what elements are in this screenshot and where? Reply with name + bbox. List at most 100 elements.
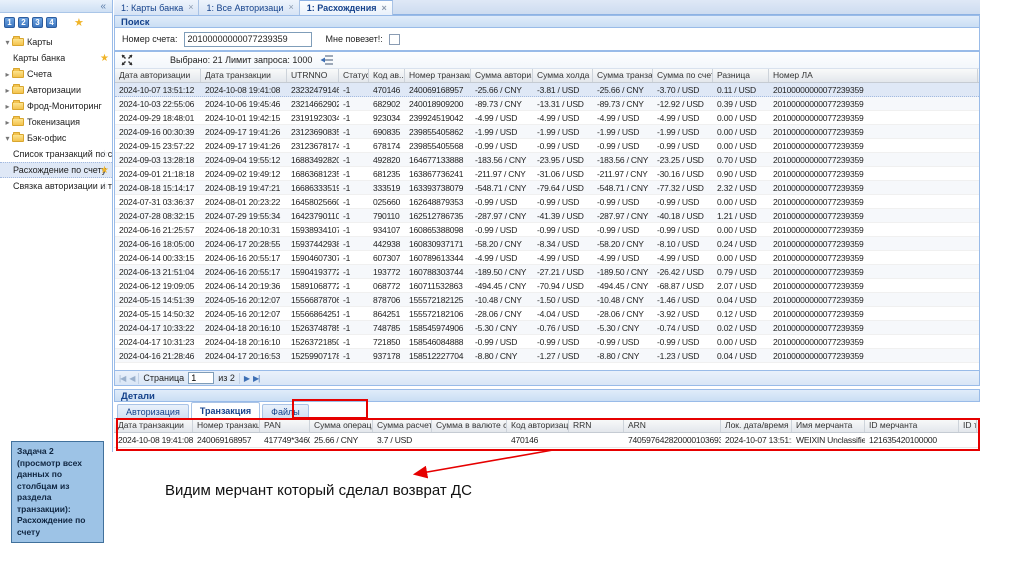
details-tab-авторизация[interactable]: Авторизация	[117, 404, 189, 418]
column-header[interactable]: Код авторизации	[507, 419, 569, 432]
sidebar-item-карты[interactable]: ▾ Карты	[0, 34, 112, 50]
quick-button-1[interactable]: 1	[4, 16, 15, 28]
node-collapsed-icon[interactable]: ▸	[3, 70, 12, 79]
node-expanded-icon[interactable]: ▾	[3, 134, 12, 143]
column-header[interactable]: Дата транзакции	[201, 69, 287, 82]
grid-cell: -1	[343, 168, 351, 179]
lucky-checkbox[interactable]	[388, 33, 400, 45]
table-row[interactable]: 2024-07-28 08:32:15 2024-07-29 19:55:34 16…	[115, 209, 979, 223]
details-grid-row[interactable]: 2024-10-08 19:41:08 240069168957 417749*34…	[114, 433, 980, 448]
tab-close-icon[interactable]: ×	[288, 3, 293, 12]
table-row[interactable]: 2024-09-01 21:18:18 2024-09-02 19:49:12 16…	[115, 167, 979, 181]
table-row[interactable]: 2024-06-16 18:05:00 2024-06-17 20:28:55 15…	[115, 237, 979, 251]
node-collapsed-icon[interactable]: ▸	[3, 102, 12, 111]
node-collapsed-icon[interactable]: ▸	[3, 86, 12, 95]
column-header[interactable]: UTRNNO	[287, 69, 339, 82]
column-header[interactable]: Сумма расчетов	[373, 419, 432, 432]
sidebar-item-бэк-офис[interactable]: ▾ Бэк-офис	[0, 130, 112, 146]
table-row[interactable]: 2024-06-14 00:33:15 2024-06-16 20:55:17 15…	[115, 251, 979, 265]
account-number-input[interactable]	[183, 31, 312, 47]
sidebar-item-карты-банка[interactable]: Карты банка ★	[0, 50, 112, 66]
table-row[interactable]: 2024-09-15 23:57:22 2024-09-17 19:41:26 23…	[115, 139, 979, 153]
sidebar-item-счета[interactable]: ▸ Счета	[0, 66, 112, 82]
column-header[interactable]: Номер ЛА	[769, 69, 978, 82]
filter-clear-icon[interactable]	[320, 54, 334, 67]
column-header[interactable]: Дата транзакции	[114, 419, 193, 432]
sidebar-header: «	[0, 0, 112, 13]
column-header[interactable]: Сумма транзак...	[593, 69, 653, 82]
quick-button-2[interactable]: 2	[18, 16, 29, 28]
grid-cell: -1	[343, 252, 351, 263]
column-header[interactable]: Сумма операции	[310, 419, 373, 432]
table-row[interactable]: 2024-08-18 15:14:17 2024-08-19 19:47:21 16…	[115, 181, 979, 195]
table-row[interactable]: 2024-10-07 13:51:12 2024-10-08 19:41:08 23…	[115, 83, 979, 97]
column-header[interactable]: Код ав...	[369, 69, 405, 82]
table-row[interactable]: 2024-06-13 21:51:04 2024-06-16 20:55:17 15…	[115, 265, 979, 279]
table-row[interactable]: 2024-06-12 19:09:05 2024-06-14 20:19:36 15…	[115, 279, 979, 293]
sidebar-item-токенизация[interactable]: ▸ Токенизация	[0, 114, 112, 130]
quick-button-3[interactable]: 3	[32, 16, 43, 28]
node-expanded-icon[interactable]: ▾	[3, 38, 12, 47]
node-collapsed-icon[interactable]: ▸	[3, 118, 12, 127]
tab-close-icon[interactable]: ×	[382, 3, 387, 13]
next-page-icon[interactable]: ▶	[244, 374, 250, 383]
column-header[interactable]: ARN	[624, 419, 721, 432]
column-header[interactable]: Номер транзакции	[193, 419, 260, 432]
sidebar-item-список-транзакций-по-сч[interactable]: Список транзакций по сч ☆	[0, 146, 112, 162]
favorite-star-icon[interactable]: ★	[100, 165, 109, 176]
sidebar-item-связка-авторизации-и-тр[interactable]: Связка авторизации и тр ☆	[0, 178, 112, 194]
favorite-star-icon[interactable]: ★	[74, 16, 84, 29]
table-row[interactable]: 2024-04-16 21:28:46 2024-04-17 20:16:53 15…	[115, 349, 979, 363]
column-header[interactable]: Сумма холда	[533, 69, 593, 82]
column-header[interactable]: ID мерчанта	[865, 419, 959, 432]
column-header[interactable]: Сумма по счету	[653, 69, 713, 82]
page-number-input[interactable]	[188, 372, 215, 384]
column-header[interactable]: PAN	[260, 419, 310, 432]
table-row[interactable]: 2024-07-31 03:36:37 2024-08-01 20:23:22 16…	[115, 195, 979, 209]
sidebar-item-расхождение-по-счету[interactable]: Расхождение по счету ★	[0, 162, 112, 178]
column-header[interactable]: RRN	[569, 419, 624, 432]
table-row[interactable]: 2024-04-17 10:31:23 2024-04-18 20:16:10 15…	[115, 335, 979, 349]
tab-1-расхождения[interactable]: 1: Расхождения ×	[299, 0, 393, 15]
sidebar-item-фрод-мониторинг[interactable]: ▸ Фрод-Мониторинг	[0, 98, 112, 114]
column-header[interactable]: Имя мерчанта	[792, 419, 865, 432]
table-row[interactable]: 2024-06-16 21:25:57 2024-06-18 20:10:31 15…	[115, 223, 979, 237]
column-header[interactable]: Статус	[339, 69, 369, 82]
table-row[interactable]: 2024-05-15 14:51:39 2024-05-16 20:12:07 15…	[115, 293, 979, 307]
grid-cell: -58.20 / CNY	[597, 238, 644, 249]
table-row[interactable]: 2024-05-15 14:50:32 2024-05-16 20:12:07 15…	[115, 307, 979, 321]
table-row[interactable]: 2024-09-16 00:30:39 2024-09-17 19:41:26 23…	[115, 125, 979, 139]
details-grid: Дата транзакцииНомер транзакцииPANСумма …	[114, 419, 980, 448]
favorite-star-icon[interactable]: ☆	[100, 181, 109, 192]
grid-cell: 163393738079	[409, 182, 464, 193]
column-header[interactable]: ID термина	[959, 419, 977, 432]
favorite-star-icon[interactable]: ★	[100, 53, 109, 64]
table-row[interactable]: 2024-09-29 18:48:01 2024-10-01 19:42:15 23…	[115, 111, 979, 125]
grid-cell: 2024-08-19 19:47:21	[205, 182, 281, 193]
collapse-sidebar-icon[interactable]: «	[100, 0, 106, 13]
column-header[interactable]: Номер транзакции	[405, 69, 471, 82]
first-page-icon[interactable]: |◀	[119, 374, 126, 383]
quick-button-4[interactable]: 4	[46, 16, 57, 28]
expand-icon[interactable]	[120, 54, 134, 67]
sidebar-item-авторизации[interactable]: ▸ Авторизации	[0, 82, 112, 98]
table-row[interactable]: 2024-04-17 10:33:22 2024-04-18 20:16:10 15…	[115, 321, 979, 335]
tab-close-icon[interactable]: ×	[188, 3, 193, 12]
column-header[interactable]: Дата авторизации	[115, 69, 201, 82]
tab-1-все-авторизаци[interactable]: 1: Все Авторизаци ×	[199, 0, 300, 15]
tab-1-карты-банка[interactable]: 1: Карты банка ×	[114, 0, 200, 15]
favorite-star-icon[interactable]: ☆	[100, 149, 109, 160]
sidebar-tree: ▾ Карты Карты банка ★ ▸ Счета ▸ Авторизации ▸ Фро…	[0, 31, 112, 194]
details-cell: 3.7 / USD	[377, 435, 413, 445]
table-row[interactable]: 2024-09-03 13:28:18 2024-09-04 19:55:12 16…	[115, 153, 979, 167]
details-tab-файлы[interactable]: Файлы	[262, 404, 309, 418]
column-header[interactable]: Лок. дата/время	[721, 419, 792, 432]
column-header[interactable]: Разница	[713, 69, 769, 82]
table-row[interactable]: 2024-10-03 22:55:06 2024-10-06 19:45:46 23…	[115, 97, 979, 111]
prev-page-icon[interactable]: ◀	[129, 374, 135, 383]
grid-cell: -0.99 / USD	[475, 224, 518, 235]
last-page-icon[interactable]: ▶|	[253, 374, 260, 383]
column-header[interactable]: Сумма в валюте счета	[432, 419, 507, 432]
details-tab-транзакция[interactable]: Транзакция	[190, 402, 261, 418]
column-header[interactable]: Сумма автори...	[471, 69, 533, 82]
